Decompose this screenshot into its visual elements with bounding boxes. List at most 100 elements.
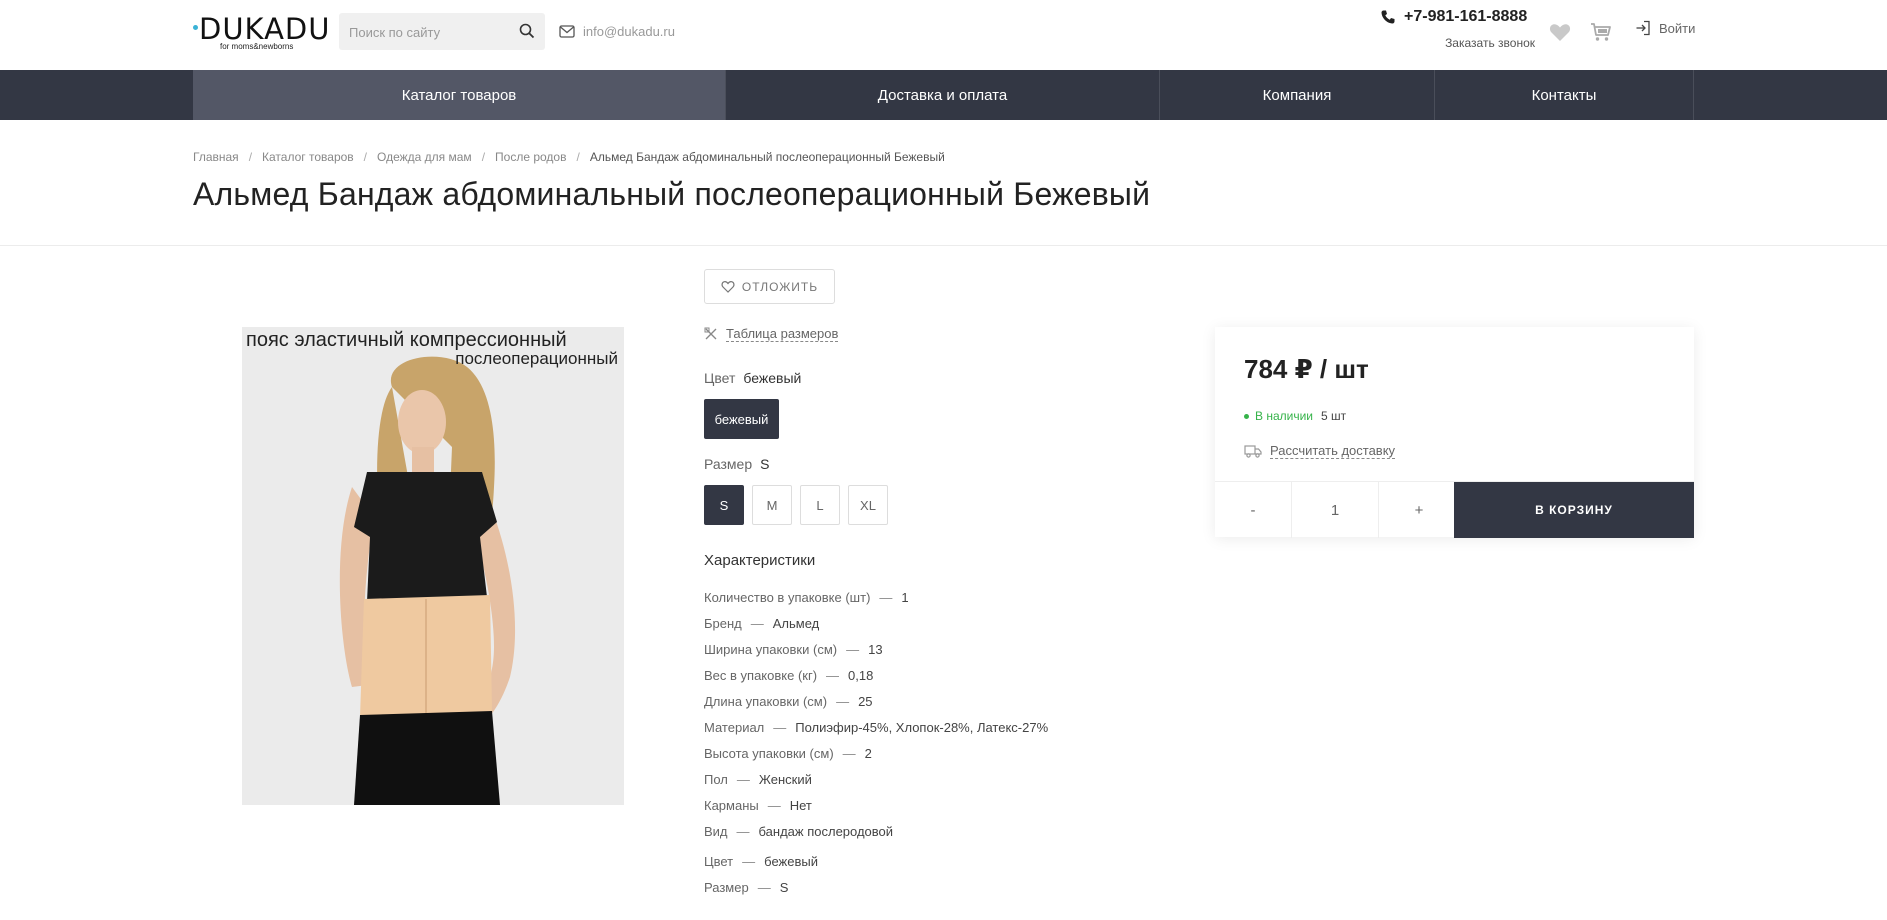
characteristic-row: Материал — Полиэфир-45%, Хлопок-28%, Латек… <box>704 714 1048 740</box>
characteristic-value: Полиэфир-45%, Хлопок-28%, Латекс-27% <box>795 719 1049 735</box>
size-property: Размер S <box>704 456 769 472</box>
characteristic-row: Ширина упаковки (см) — 13 <box>704 636 1048 662</box>
characteristic-dash: — <box>767 797 781 813</box>
nav-item-contacts[interactable]: Контакты <box>1435 70 1694 120</box>
callback-link[interactable]: Заказать звонок <box>1380 36 1535 50</box>
characteristic-row: Высота упаковки (см) — 2 <box>704 740 1048 766</box>
breadcrumb-separator: / <box>481 150 486 164</box>
login-label: Войти <box>1659 20 1696 36</box>
mail-icon <box>559 24 575 38</box>
size-table-link[interactable]: Таблица размеров <box>704 326 839 342</box>
characteristic-name: Количество в упаковке (шт) <box>704 589 871 605</box>
characteristic-name: Пол <box>704 771 728 787</box>
color-option-beige[interactable]: бежевый <box>704 399 779 439</box>
breadcrumb-separator: / <box>248 150 253 164</box>
characteristic-value: 2 <box>864 745 872 761</box>
delivery-calc-link[interactable]: Рассчитать доставку <box>1244 443 1396 459</box>
characteristic-row: Количество в упаковке (шт) — 1 <box>704 584 1048 610</box>
breadcrumb-link[interactable]: После родов <box>495 150 566 164</box>
characteristic-dash: — <box>757 879 771 895</box>
size-option-xl[interactable]: XL <box>848 485 888 525</box>
phone-link[interactable]: +7-981-161-8888 <box>1380 8 1535 26</box>
characteristic-value: 0,18 <box>848 667 874 683</box>
characteristic-name: Материал <box>704 719 765 735</box>
logo-dot <box>193 25 198 30</box>
characteristic-name: Высота упаковки (см) <box>704 745 834 761</box>
phone-block: +7-981-161-8888 Заказать звонок <box>1380 8 1535 50</box>
buy-box: 784 ₽ / шт В наличии 5 шт Рассчитать дос… <box>1215 327 1694 538</box>
heart-outline-icon <box>721 281 735 293</box>
characteristic-name: Размер <box>704 879 749 895</box>
characteristic-dash: — <box>736 771 750 787</box>
search-input[interactable] <box>349 22 509 42</box>
characteristic-dash: — <box>842 745 856 761</box>
characteristic-row: Карманы — Нет <box>704 792 1048 818</box>
quantity-decrease-button[interactable]: - <box>1215 482 1292 538</box>
breadcrumb-link[interactable]: Одежда для мам <box>377 150 472 164</box>
size-option-s[interactable]: S <box>704 485 744 525</box>
nav-item-company[interactable]: Компания <box>1160 70 1435 120</box>
ruler-icon <box>704 327 717 340</box>
nav-item-catalog[interactable]: Каталог товаров <box>193 70 726 120</box>
search-box <box>339 13 545 50</box>
breadcrumb: Главная / Каталог товаров / Одежда для м… <box>193 150 945 164</box>
characteristic-name: Ширина упаковки (см) <box>704 641 838 657</box>
wishlist-button[interactable]: ОТЛОЖИТЬ <box>704 269 835 304</box>
characteristic-row: Длина упаковки (см) — 25 <box>704 688 1048 714</box>
characteristic-dash: — <box>826 667 840 683</box>
quantity-increase-button[interactable]: + <box>1379 482 1459 538</box>
size-label: Размер <box>704 456 753 472</box>
email-text: info@dukadu.ru <box>583 23 675 39</box>
characteristic-row: Пол — Женский <box>704 766 1048 792</box>
page-title: Альмед Бандаж абдоминальный послеопераци… <box>193 176 1151 212</box>
stock-count: 5 шт <box>1321 409 1347 423</box>
characteristic-dash: — <box>736 823 750 839</box>
site-logo[interactable]: DUKADU for moms&newborns <box>193 12 329 54</box>
characteristic-name: Длина упаковки (см) <box>704 693 828 709</box>
stock-status-text: В наличии <box>1255 409 1314 423</box>
size-option-l[interactable]: L <box>800 485 840 525</box>
characteristic-value: Женский <box>758 771 812 787</box>
breadcrumb-link[interactable]: Каталог товаров <box>262 150 354 164</box>
nav-item-delivery[interactable]: Доставка и оплата <box>726 70 1160 120</box>
characteristic-value: 1 <box>901 589 909 605</box>
characteristic-name: Вид <box>704 823 728 839</box>
characteristic-value: Альмед <box>772 615 820 631</box>
product-image[interactable]: пояс эластичный компрессионный послеопер… <box>242 327 624 805</box>
characteristic-value: бандаж послеродовой <box>758 823 894 839</box>
stock-status: В наличии 5 шт <box>1244 409 1346 423</box>
main-nav: Каталог товаров Доставка и оплата Компан… <box>0 70 1887 120</box>
color-label: Цвет <box>704 370 736 386</box>
characteristic-row: Вес в упаковке (кг) — 0,18 <box>704 662 1048 688</box>
characteristic-row: Бренд — Альмед <box>704 610 1048 636</box>
search-icon[interactable] <box>519 23 535 39</box>
quantity-input[interactable]: 1 <box>1292 482 1379 538</box>
breadcrumb-link[interactable]: Главная <box>193 150 239 164</box>
site-header: DUKADU for moms&newborns info@dukadu.ru … <box>0 0 1887 70</box>
characteristic-value: Нет <box>789 797 812 813</box>
delivery-calc-label: Рассчитать доставку <box>1270 443 1396 459</box>
cart-icon[interactable] <box>1589 20 1613 44</box>
color-property: Цвет бежевый <box>704 370 801 386</box>
characteristic-value: S <box>779 879 789 895</box>
characteristic-dash: — <box>836 693 850 709</box>
stock-dot-icon <box>1244 413 1249 419</box>
logo-wordmark: DUKADU <box>199 12 331 46</box>
email-link[interactable]: info@dukadu.ru <box>559 21 675 41</box>
characteristic-name: Вес в упаковке (кг) <box>704 667 818 683</box>
characteristics-list: Количество в упаковке (шт) — 1 Бренд — Альме… <box>704 584 1048 900</box>
characteristic-dash: — <box>773 719 787 735</box>
wishlist-label: ОТЛОЖИТЬ <box>741 279 819 294</box>
size-option-m[interactable]: M <box>752 485 792 525</box>
login-link[interactable]: Войти <box>1635 20 1695 36</box>
characteristic-dash: — <box>846 641 860 657</box>
logo-tagline: for moms&newborns <box>220 42 294 51</box>
product-photo <box>242 327 624 805</box>
characteristic-value: 25 <box>858 693 873 709</box>
size-table-label: Таблица размеров <box>726 326 839 342</box>
add-to-cart-button[interactable]: В КОРЗИНУ <box>1454 482 1694 538</box>
breadcrumb-separator: / <box>576 150 580 164</box>
characteristic-name: Карманы <box>704 797 759 813</box>
characteristic-dash: — <box>879 589 893 605</box>
heart-icon[interactable] <box>1548 20 1572 44</box>
